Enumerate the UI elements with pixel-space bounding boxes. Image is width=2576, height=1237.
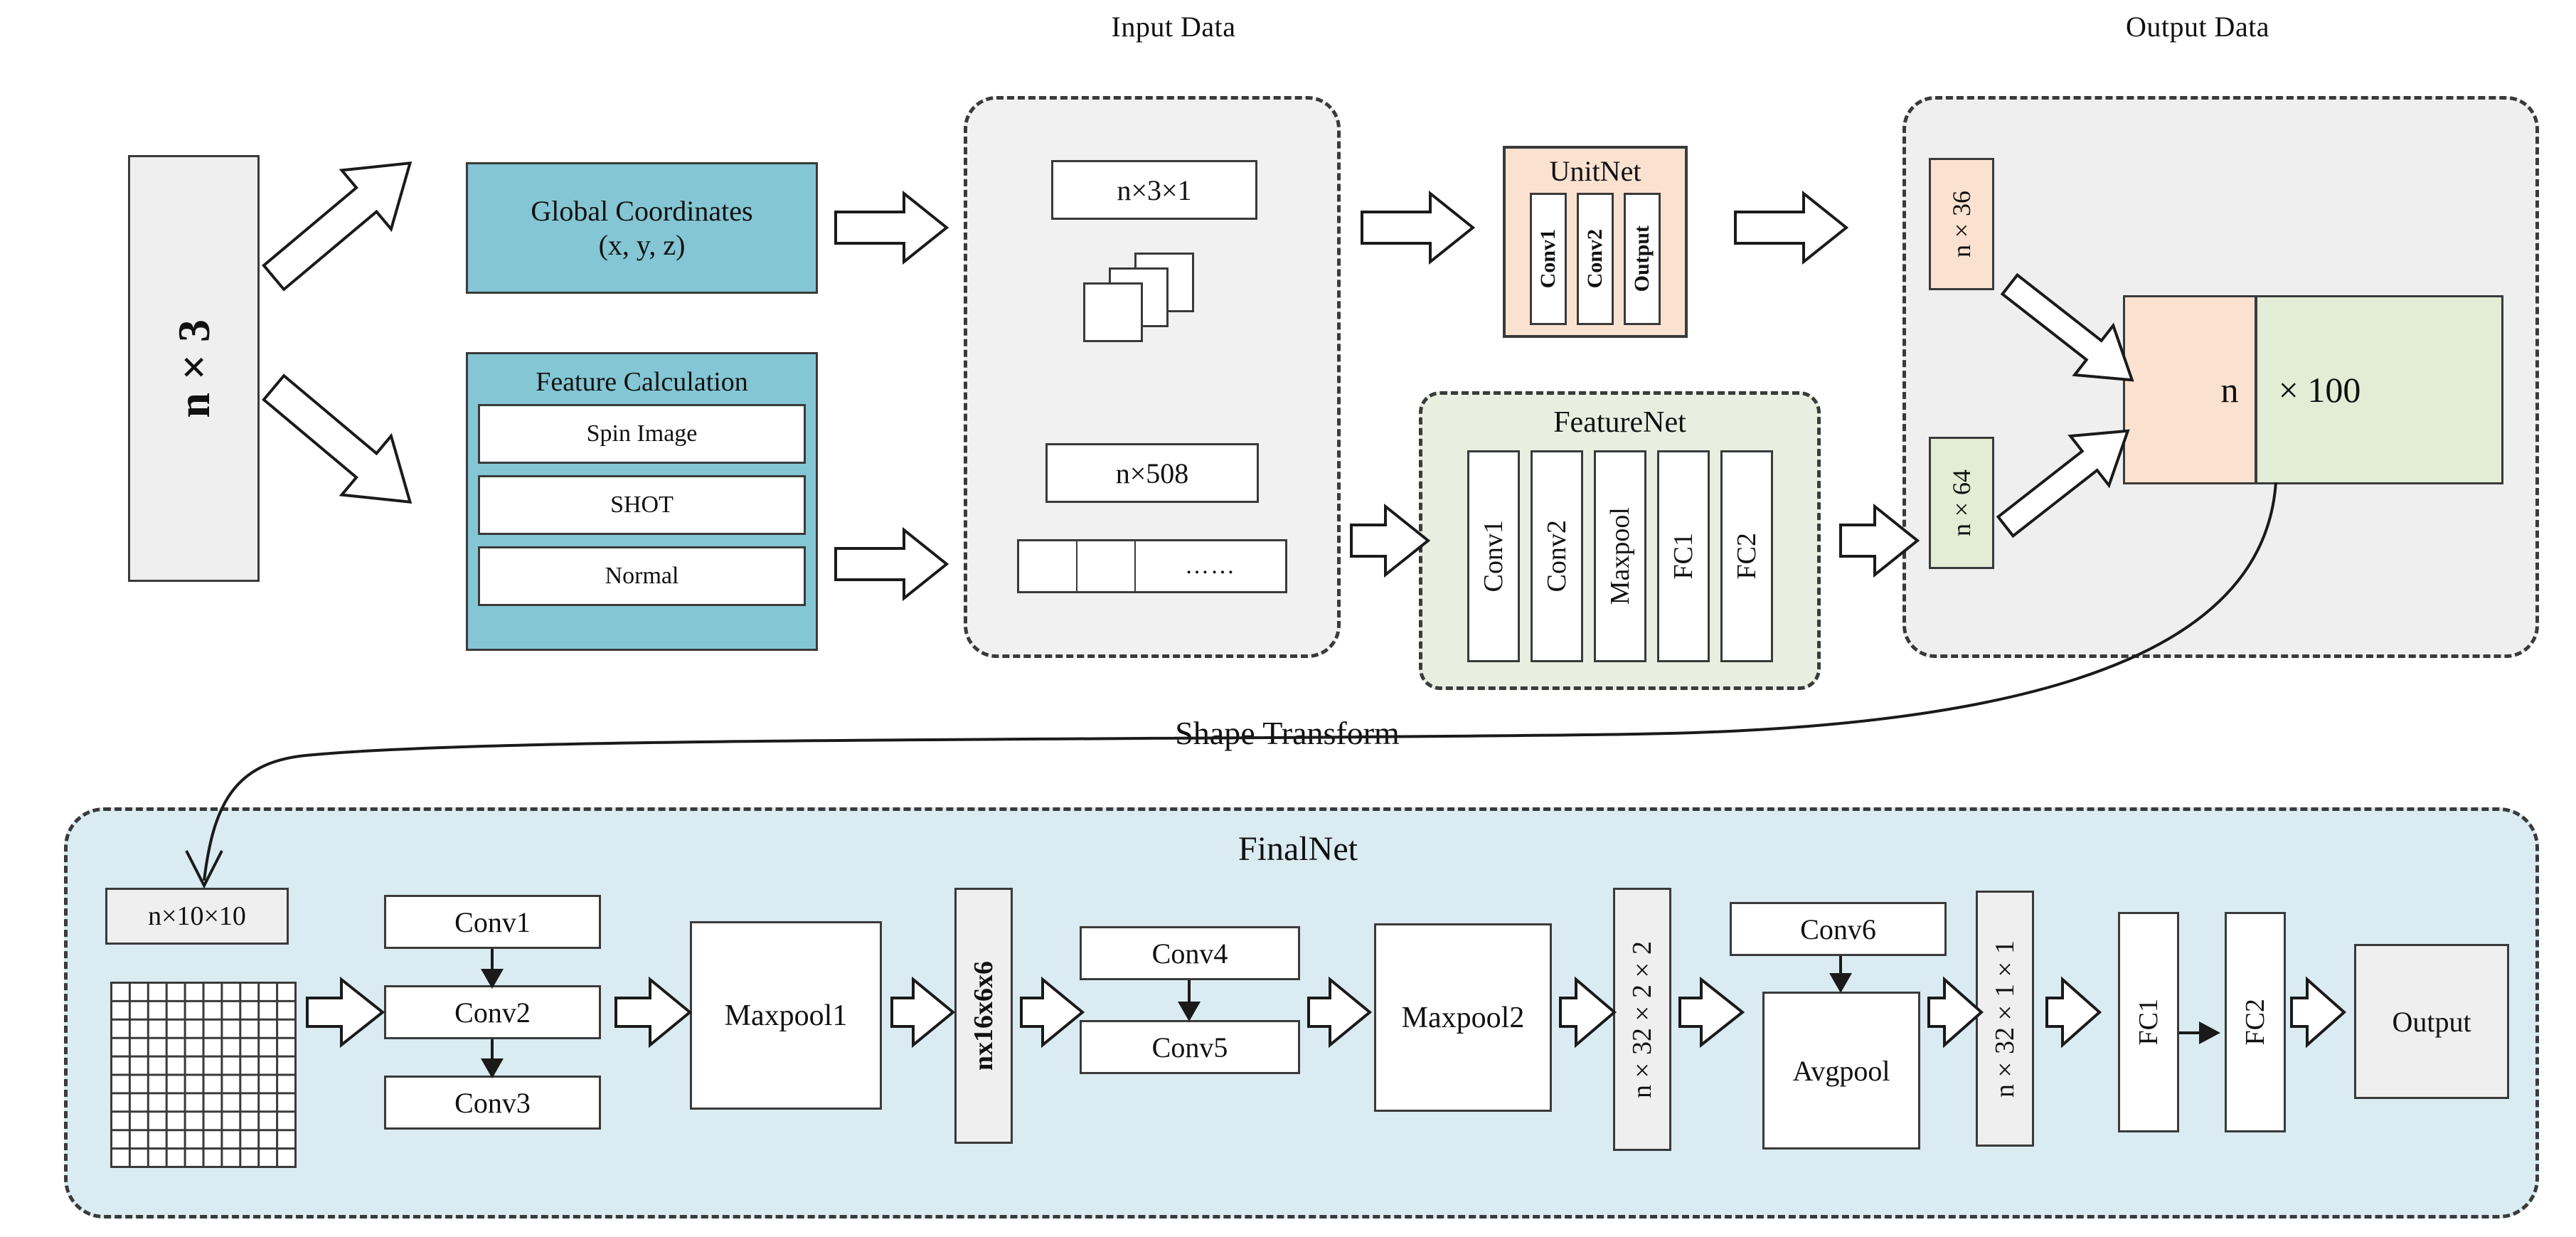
finalnet-output: Output bbox=[2354, 944, 2509, 1099]
input-tensor-n3x1: n×3×1 bbox=[1051, 160, 1257, 220]
arrow-input-to-unitnet bbox=[1361, 190, 1476, 265]
unitnet-layer-conv1[interactable]: Conv1 bbox=[1530, 193, 1567, 325]
featurenet-layer-maxpool[interactable]: Maxpool bbox=[1593, 450, 1646, 662]
arrow-source-to-global bbox=[262, 161, 413, 292]
output-data-title: Output Data bbox=[2125, 10, 2270, 43]
featurenet-layer-fc2[interactable]: FC2 bbox=[1720, 450, 1773, 662]
feature-item-spin-image[interactable]: Spin Image bbox=[478, 404, 806, 464]
finalnet-fc2[interactable]: FC2 bbox=[2225, 912, 2286, 1132]
finalnet-fc1[interactable]: FC1 bbox=[2118, 912, 2179, 1132]
diagram-canvas: Input Data Output Data n×3 Global Coordi… bbox=[0, 0, 2576, 1237]
unitnet-layer-conv2[interactable]: Conv2 bbox=[1577, 193, 1614, 325]
global-coordinates-box: Global Coordinates (x, y, z) bbox=[466, 162, 818, 294]
finalnet-tensor-32x1x1: n×32×1×1 bbox=[1976, 891, 2034, 1147]
arrow-feature-to-input bbox=[834, 526, 949, 602]
unitnet-layer-output[interactable]: Output bbox=[1624, 193, 1661, 325]
unitnet-box: UnitNet Conv1 Conv2 Output bbox=[1503, 146, 1688, 338]
global-coordinates-title: Global Coordinates bbox=[531, 195, 753, 228]
finalnet-input-tensor: n×10×10 bbox=[105, 888, 289, 945]
finalnet-conv3[interactable]: Conv3 bbox=[384, 1076, 601, 1130]
output-tensor-n36: n×36 bbox=[1929, 158, 1994, 290]
finalnet-tensor-16x6x6: nx16x6x6 bbox=[954, 888, 1013, 1144]
finalnet-conv2[interactable]: Conv2 bbox=[384, 985, 601, 1039]
input-tensor-n508: n×508 bbox=[1045, 443, 1259, 503]
finalnet-tensor-32x2x2: n×32×2×2 bbox=[1613, 888, 1671, 1151]
source-tensor-box: n×3 bbox=[128, 155, 260, 582]
featurenet-layer-conv1[interactable]: Conv1 bbox=[1467, 450, 1520, 662]
finalnet-maxpool1[interactable]: Maxpool1 bbox=[690, 921, 882, 1110]
shape-transform-label: Shape Transform bbox=[1175, 714, 1400, 751]
finalnet-maxpool2[interactable]: Maxpool2 bbox=[1374, 923, 1552, 1112]
arrow-source-to-feature bbox=[262, 373, 413, 504]
feature-calculation-title: Feature Calculation bbox=[536, 367, 748, 397]
grid-10x10-icon bbox=[110, 982, 297, 1168]
featurenet-layer-conv2[interactable]: Conv2 bbox=[1530, 450, 1583, 662]
feature-calculation-box: Feature Calculation Spin Image SHOT Norm… bbox=[466, 352, 818, 651]
unitnet-title: UnitNet bbox=[1549, 154, 1641, 187]
finalnet-conv4[interactable]: Conv4 bbox=[1080, 926, 1300, 980]
feature-item-shot[interactable]: SHOT bbox=[478, 475, 806, 535]
finalnet-conv5[interactable]: Conv5 bbox=[1080, 1020, 1300, 1074]
arrow-input-to-featurenet bbox=[1350, 503, 1431, 578]
arrow-unitnet-to-output bbox=[1734, 190, 1849, 265]
stacked-planes-icon bbox=[1080, 253, 1222, 352]
combined-peach-part: n bbox=[2123, 295, 2256, 484]
featurenet-title: FeatureNet bbox=[1553, 406, 1686, 439]
finalnet-conv1[interactable]: Conv1 bbox=[384, 895, 601, 949]
feature-cell-1 bbox=[1017, 539, 1077, 593]
featurenet-panel: FeatureNet Conv1 Conv2 Maxpool FC1 FC2 bbox=[1419, 391, 1821, 690]
finalnet-avgpool[interactable]: Avgpool bbox=[1762, 992, 1920, 1150]
output-combined-tensor: n × 100 bbox=[2123, 295, 2503, 484]
finalnet-conv6[interactable]: Conv6 bbox=[1730, 902, 1947, 956]
input-data-title: Input Data bbox=[1111, 10, 1236, 43]
feature-cell-2 bbox=[1077, 539, 1135, 593]
feature-item-normal[interactable]: Normal bbox=[478, 546, 806, 606]
source-tensor-label: n×3 bbox=[168, 319, 219, 418]
global-coordinates-subtitle: (x, y, z) bbox=[598, 228, 686, 261]
combined-green-part: × 100 bbox=[2256, 295, 2503, 484]
feature-cell-ellipsis: …… bbox=[1135, 539, 1287, 593]
input-feature-cells: …… bbox=[1017, 539, 1287, 593]
output-tensor-n64: n×64 bbox=[1929, 437, 1994, 569]
featurenet-layer-fc1[interactable]: FC1 bbox=[1656, 450, 1710, 662]
finalnet-title: FinalNet bbox=[1238, 829, 1358, 868]
arrow-global-to-input bbox=[834, 190, 949, 265]
